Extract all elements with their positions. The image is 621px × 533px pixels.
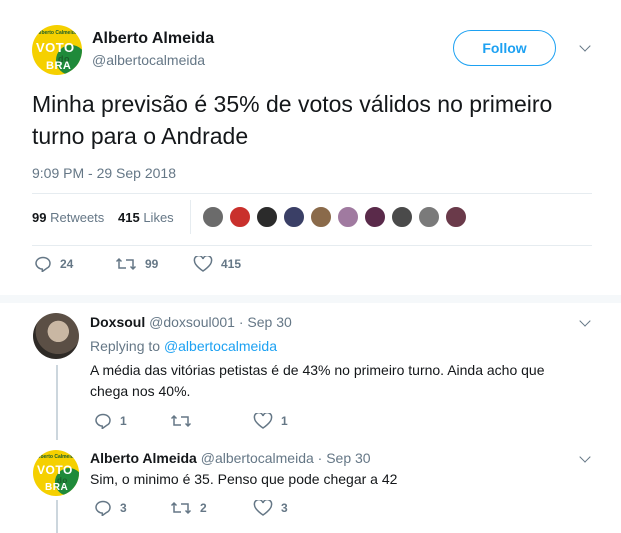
retweet-icon (170, 414, 192, 428)
chevron-down-icon[interactable] (579, 40, 591, 52)
chevron-down-icon[interactable] (579, 315, 591, 327)
divider (190, 200, 191, 234)
avatar-word: BRA (45, 482, 69, 493)
tweet-text: Minha previsão é 35% de votos válidos no… (32, 91, 553, 149)
retweet-count: 2 (200, 501, 207, 515)
retweet-icon (115, 257, 137, 271)
reply-action[interactable]: 1 (94, 413, 127, 429)
reply-text: Sim, o minimo é 35. Penso que pode chega… (90, 471, 398, 487)
reply-date[interactable]: · Sep 30 (239, 314, 292, 330)
replying-to: Replying to @albertocalmeida (90, 338, 277, 354)
tweet-timestamp[interactable]: 9:09 PM - 29 Sep 2018 (32, 165, 176, 181)
thread-line (56, 500, 58, 533)
reply-action[interactable]: 24 (34, 256, 73, 272)
liker-avatar[interactable] (256, 206, 278, 228)
reply-author-name[interactable]: Alberto Almeida (90, 450, 197, 466)
section-separator (0, 295, 621, 303)
like-count: 1 (281, 414, 288, 428)
reply-icon (95, 500, 111, 516)
liker-avatar[interactable] (418, 206, 440, 228)
reply-author-handle[interactable]: @albertocalmeida (201, 450, 314, 466)
reply-avatar[interactable] (33, 313, 79, 359)
reply-count: 3 (120, 501, 127, 515)
replying-to-handle[interactable]: @albertocalmeida (164, 338, 277, 354)
retweet-icon (170, 501, 192, 515)
like-count: 415 (221, 257, 242, 271)
avatar-word: BRA (46, 60, 72, 72)
avatar-caption: Alberto Calmeida (36, 30, 78, 36)
retweet-action[interactable]: 2 (170, 500, 207, 516)
reply-count: 24 (60, 257, 74, 271)
heart-icon (253, 500, 273, 516)
reply-count: 1 (120, 414, 127, 428)
reply-text: A média das vitórias petistas é de 43% n… (90, 362, 545, 399)
liker-avatar[interactable] (391, 206, 413, 228)
avatar-word: VOTO (37, 463, 73, 477)
retweet-count: 99 (145, 257, 159, 271)
divider (32, 245, 592, 246)
reply-action[interactable]: 3 (94, 500, 127, 516)
heart-icon (253, 413, 273, 429)
liker-avatar[interactable] (202, 206, 224, 228)
liker-avatar[interactable] (337, 206, 359, 228)
likes-label: Likes (143, 210, 174, 225)
liker-avatar[interactable] (445, 206, 467, 228)
likes-count: 415 (118, 210, 140, 225)
divider (32, 193, 592, 194)
author-handle[interactable]: @albertocalmeida (92, 52, 205, 68)
reply-author-name[interactable]: Doxsoul (90, 314, 145, 330)
chevron-down-icon[interactable] (579, 451, 591, 463)
reply-date[interactable]: · Sep 30 (318, 450, 371, 466)
avatar-caption: Alberto Calmeida (35, 454, 77, 460)
retweets-stat[interactable]: 99 Retweets (32, 210, 104, 225)
author-name[interactable]: Alberto Almeida (92, 30, 214, 48)
heart-icon (193, 256, 213, 272)
retweet-action[interactable]: 99 (115, 256, 158, 272)
replying-to-label: Replying to (90, 338, 161, 354)
retweets-label: Retweets (50, 210, 105, 225)
like-count: 3 (281, 501, 288, 515)
follow-button[interactable]: Follow (453, 30, 556, 66)
reply-avatar[interactable]: Alberto Calmeida VOTO do BRA (33, 450, 79, 496)
retweet-action[interactable] (170, 413, 200, 429)
liker-avatar[interactable] (364, 206, 386, 228)
thread-line (56, 365, 58, 440)
like-action[interactable]: 415 (193, 256, 241, 272)
reply-icon (95, 413, 111, 429)
reply-icon (35, 256, 51, 272)
author-avatar[interactable]: Alberto Calmeida VOTO do BRA (32, 25, 82, 75)
reply-header: Doxsoul @doxsoul001 · Sep 30 (90, 314, 292, 330)
retweets-count: 99 (32, 210, 47, 225)
liker-avatar[interactable] (283, 206, 305, 228)
reply-header: Alberto Almeida @albertocalmeida · Sep 3… (90, 450, 371, 466)
likes-stat[interactable]: 415 Likes (118, 210, 174, 225)
like-action[interactable]: 1 (253, 413, 288, 429)
reply-author-handle[interactable]: @doxsoul001 (149, 314, 235, 330)
liker-avatar[interactable] (229, 206, 251, 228)
avatar-word: VOTO (36, 40, 75, 55)
like-action[interactable]: 3 (253, 500, 288, 516)
liker-avatar[interactable] (310, 206, 332, 228)
